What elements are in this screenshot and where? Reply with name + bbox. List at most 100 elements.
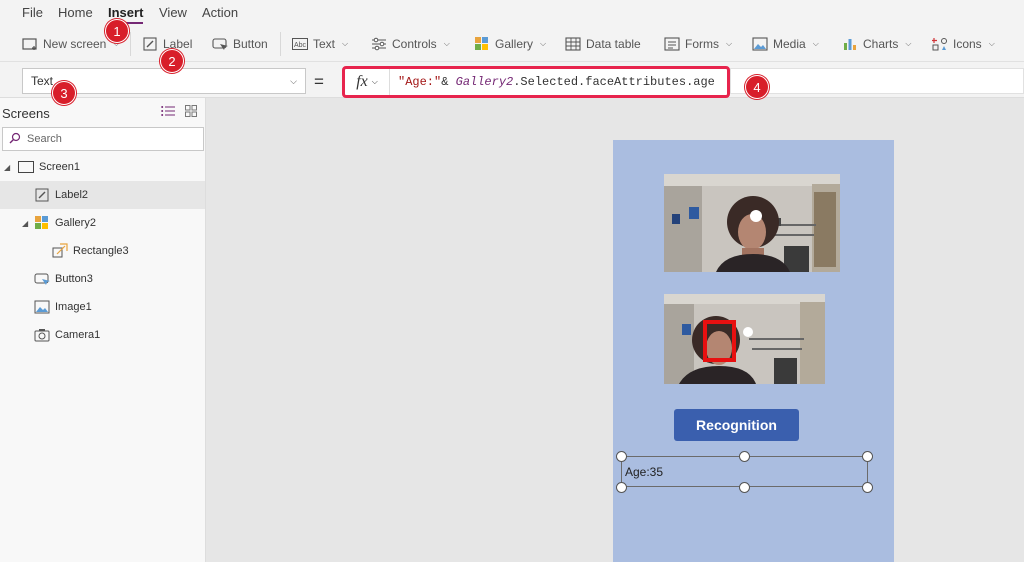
bar-chart-icon — [842, 36, 858, 52]
icons-menu-button[interactable]: Icons ⌵ — [932, 35, 995, 53]
data-table-label: Data table — [586, 37, 641, 51]
ribbon-divider — [280, 32, 281, 56]
svg-text:Abc: Abc — [294, 42, 307, 49]
panel-tools — [161, 105, 197, 120]
step-badge-2: 2 — [160, 49, 184, 73]
collapse-caret-icon[interactable]: ◢ — [4, 163, 14, 172]
data-table-icon — [565, 36, 581, 52]
chevron-down-icon: ⌵ — [371, 77, 378, 86]
fx-button[interactable]: fx ⌵ — [345, 69, 390, 95]
menu-home[interactable]: Home — [58, 5, 93, 20]
resize-handle-top-left[interactable] — [616, 451, 627, 462]
button-icon — [34, 271, 50, 287]
chevron-down-icon: ⌵ — [988, 39, 995, 48]
gallery-icon — [34, 215, 50, 231]
formula-input[interactable]: fx ⌵ "Age:"& Gallery2.Selected.faceAttri… — [342, 66, 730, 98]
tree-item-label: Label2 — [55, 189, 89, 201]
charts-menu-label: Charts — [863, 37, 899, 51]
controls-menu-button[interactable]: Controls ⌵ — [371, 35, 450, 53]
media-image-icon — [752, 36, 768, 52]
design-canvas: Recognition Age:35 — [206, 98, 1024, 562]
tree-item-camera1[interactable]: Camera1 — [0, 321, 205, 349]
resize-handle-top-right[interactable] — [862, 451, 873, 462]
search-icon — [9, 132, 21, 147]
fx-icon: fx — [356, 73, 368, 90]
tree-item-button3[interactable]: Button3 — [0, 265, 205, 293]
ribbon-divider — [130, 32, 131, 56]
button-icon — [212, 36, 228, 52]
formula-property-token: .Selected.faceAttributes.age — [513, 75, 715, 89]
tree-item-label: Image1 — [55, 301, 92, 313]
controls-menu-label: Controls — [392, 37, 437, 51]
rectangle-shape-icon — [52, 243, 68, 259]
controls-sliders-icon — [371, 36, 387, 52]
screens-search-input[interactable]: Search — [2, 127, 204, 151]
formula-identifier-token: Gallery2 — [455, 75, 514, 89]
tree-item-image1[interactable]: Image1 — [0, 293, 205, 321]
resize-handle-bottom-right[interactable] — [862, 482, 873, 493]
step-badge-1: 1 — [105, 19, 129, 43]
text-menu-label: Text — [313, 37, 336, 51]
data-table-button[interactable]: Data table — [565, 35, 641, 53]
equals-sign: = — [314, 72, 324, 91]
chevron-down-icon: ⌵ — [812, 39, 819, 48]
media-menu-label: Media — [773, 37, 806, 51]
grid-view-icon[interactable] — [185, 105, 197, 120]
chevron-down-icon: ⌵ — [540, 39, 547, 48]
insert-ribbon: New screen ⌵ Label Button Abc Text ⌵ Con… — [0, 24, 1024, 62]
resize-handle-top-center[interactable] — [739, 451, 750, 462]
chevron-down-icon: ⌵ — [290, 75, 297, 86]
tree-item-gallery2[interactable]: ◢ Gallery2 — [0, 209, 205, 237]
gallery-menu-button[interactable]: Gallery ⌵ — [474, 35, 546, 53]
chevron-down-icon: ⌵ — [342, 39, 349, 48]
text-icon: Abc — [292, 36, 308, 52]
step-badge-4: 4 — [745, 75, 769, 99]
resize-handle-bottom-left[interactable] — [616, 482, 627, 493]
menu-view[interactable]: View — [159, 5, 187, 20]
tree-item-label: Screen1 — [39, 161, 80, 173]
charts-menu-button[interactable]: Charts ⌵ — [842, 35, 911, 53]
formula-bar-extension[interactable] — [730, 68, 1024, 94]
tree-item-rectangle3[interactable]: Rectangle3 — [0, 237, 205, 265]
tree-item-label2[interactable]: Label2 — [0, 181, 205, 209]
icons-menu-label: Icons — [953, 37, 982, 51]
camera-preview[interactable] — [664, 174, 840, 272]
menu-action[interactable]: Action — [202, 5, 238, 20]
panel-title: Screens — [2, 106, 50, 121]
forms-menu-button[interactable]: Forms ⌵ — [664, 35, 732, 53]
new-screen-icon — [22, 36, 38, 52]
button-insert-button[interactable]: Button — [212, 35, 268, 53]
gallery-icon — [474, 36, 490, 52]
gallery-menu-label: Gallery — [495, 37, 534, 51]
collapse-caret-icon[interactable]: ◢ — [22, 219, 32, 228]
menu-insert[interactable]: Insert — [108, 5, 144, 24]
tree-item-label: Gallery2 — [55, 217, 96, 229]
resize-handle-bottom-center[interactable] — [739, 482, 750, 493]
tree-item-label: Camera1 — [55, 329, 101, 341]
media-menu-button[interactable]: Media ⌵ — [752, 35, 819, 53]
step-badge-3: 3 — [52, 81, 76, 105]
new-screen-label: New screen — [43, 37, 107, 51]
recognized-image[interactable] — [664, 294, 825, 384]
button-insert-label: Button — [233, 37, 268, 51]
text-menu-button[interactable]: Abc Text ⌵ — [292, 35, 348, 53]
forms-icon — [664, 36, 680, 52]
formula-text: "Age:"& Gallery2.Selected.faceAttributes… — [390, 75, 715, 89]
image-icon — [34, 299, 50, 315]
menu-file[interactable]: File — [22, 5, 43, 20]
list-view-icon[interactable] — [161, 105, 175, 120]
tree-item-label: Button3 — [55, 273, 93, 285]
label-edit-icon — [142, 36, 158, 52]
label-edit-icon — [34, 187, 50, 203]
recognition-button[interactable]: Recognition — [674, 409, 799, 441]
menu-bar: File Home Insert View Action — [0, 0, 1024, 24]
screen-icon — [18, 159, 34, 175]
app-screen-preview[interactable]: Recognition Age:35 — [613, 140, 894, 562]
camera-icon — [34, 327, 50, 343]
new-screen-button[interactable]: New screen ⌵ — [22, 35, 119, 53]
chevron-down-icon: ⌵ — [443, 39, 450, 48]
screens-panel: Screens Search ◢ Screen1 Label2 ◢ Galler… — [0, 98, 206, 562]
icons-shapes-icon — [932, 36, 948, 52]
property-value: Text — [31, 74, 54, 88]
tree-item-screen1[interactable]: ◢ Screen1 — [0, 153, 205, 181]
